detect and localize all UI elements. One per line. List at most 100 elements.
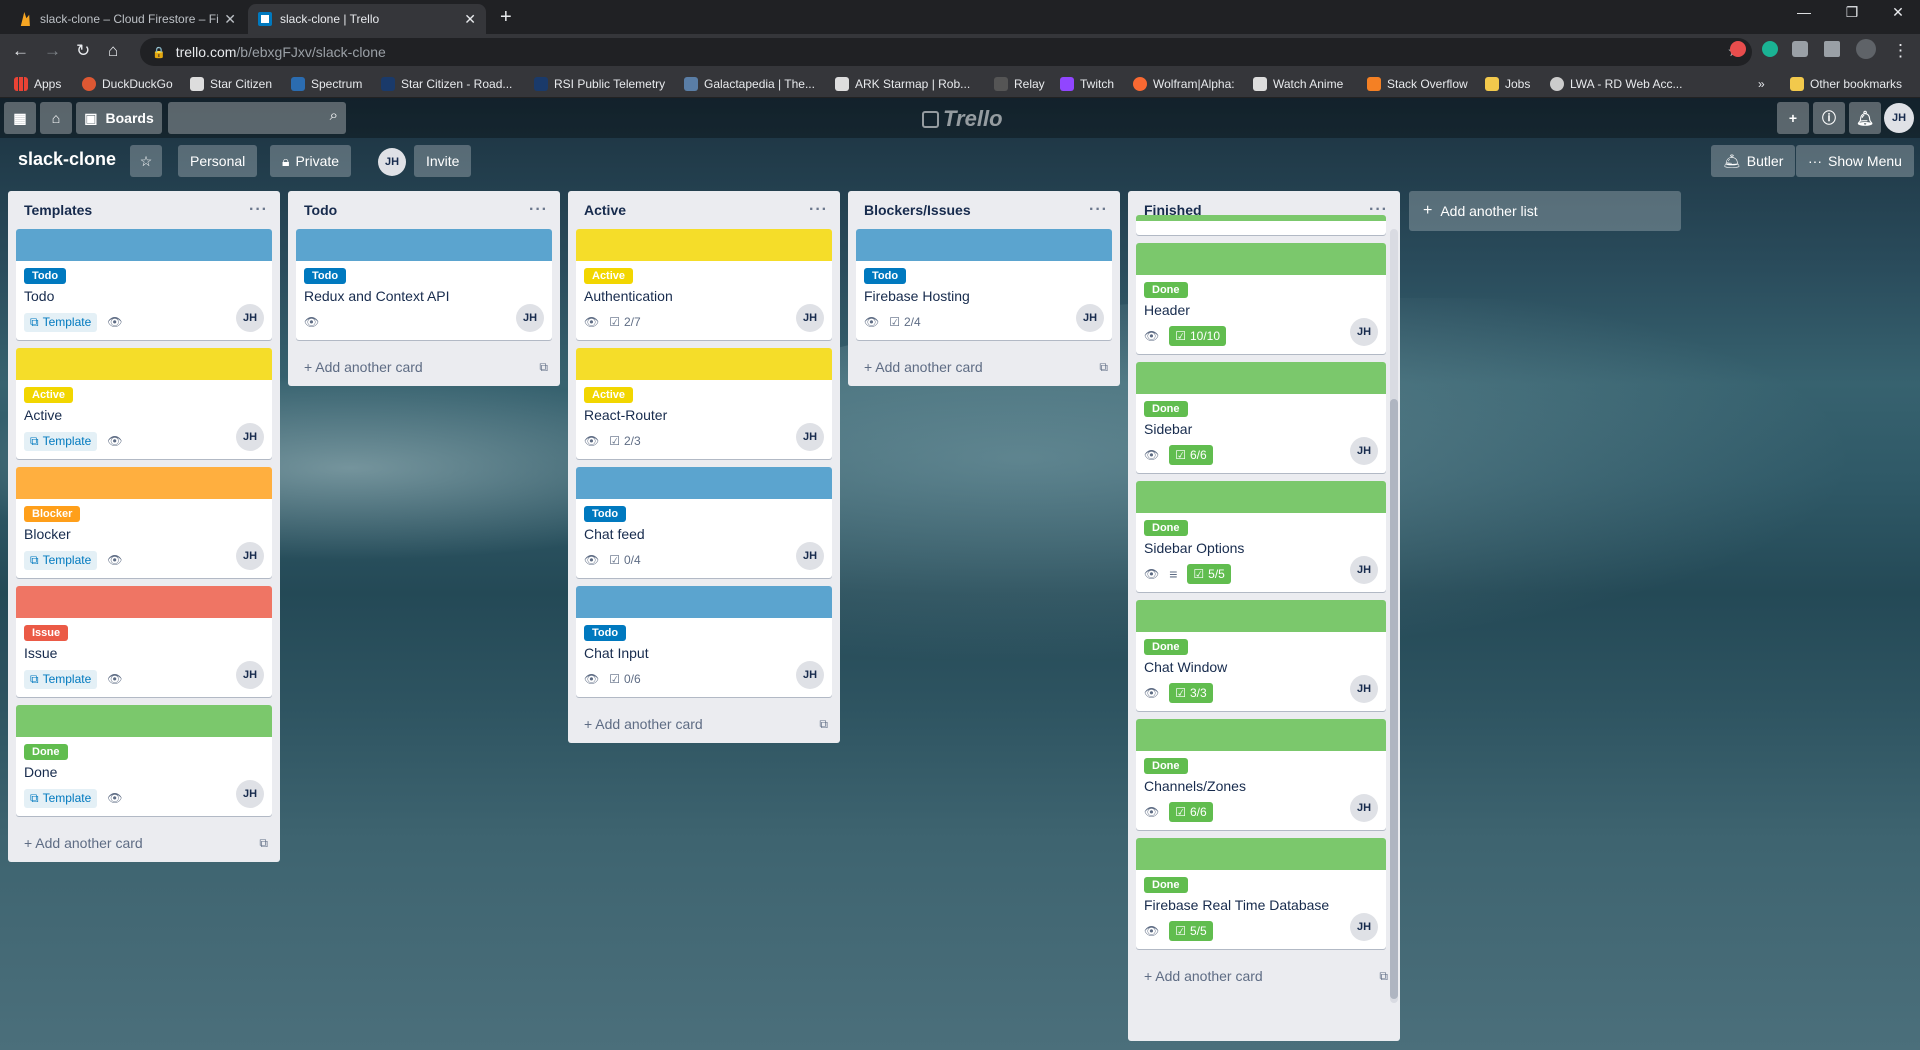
- card-label[interactable]: Done: [1144, 401, 1188, 417]
- reload-icon[interactable]: ↻: [76, 41, 90, 61]
- bookmark-item[interactable]: Relay: [994, 75, 1045, 93]
- list-header[interactable]: Blockers/Issues ···: [848, 191, 1120, 229]
- card-label[interactable]: Active: [584, 268, 634, 284]
- bookmark-apps[interactable]: Apps: [14, 75, 61, 93]
- card-label[interactable]: Done: [24, 744, 68, 760]
- card[interactable]: Todo Chat feed 👁︎ ☑ 0/4 JH: [576, 467, 832, 578]
- forward-icon[interactable]: →: [44, 41, 61, 61]
- card[interactable]: Blocker Blocker ⧉ Template 👁︎ JH: [16, 467, 272, 578]
- create-from-template-icon[interactable]: ⧉: [539, 360, 548, 375]
- star-board-icon[interactable]: ☆: [130, 145, 162, 177]
- create-from-template-icon[interactable]: ⧉: [1379, 969, 1388, 984]
- card-member-avatar[interactable]: JH: [1076, 304, 1104, 332]
- list-menu-icon[interactable]: ···: [1369, 201, 1388, 219]
- other-bookmarks[interactable]: Other bookmarks: [1790, 75, 1902, 93]
- minimize-icon[interactable]: —: [1784, 4, 1824, 20]
- card-member-avatar[interactable]: JH: [1350, 318, 1378, 346]
- card-member-avatar[interactable]: JH: [1350, 437, 1378, 465]
- card[interactable]: Done Channels/Zones 👁︎ ☑ 6/6 JH: [1136, 719, 1386, 830]
- card[interactable]: [1136, 215, 1386, 235]
- butler-button[interactable]: 🛎︎ Butler: [1711, 145, 1796, 177]
- create-from-template-icon[interactable]: ⧉: [259, 836, 268, 851]
- app-switcher-icon[interactable]: ▦: [4, 102, 36, 134]
- address-bar[interactable]: 🔒 trello.com/b/ebxgFJxv/slack-clone ☆: [140, 38, 1752, 66]
- new-tab-button[interactable]: +: [500, 6, 512, 29]
- workspace-button[interactable]: Personal: [178, 145, 258, 177]
- card[interactable]: Todo Chat Input 👁︎ ☑ 0/6 JH: [576, 586, 832, 697]
- boards-button[interactable]: ▣ Boards: [76, 102, 162, 134]
- card-member-avatar[interactable]: JH: [236, 780, 264, 808]
- list-menu-icon[interactable]: ···: [249, 201, 268, 219]
- browser-tab-active[interactable]: slack-clone | Trello ✕: [248, 4, 486, 34]
- card-label[interactable]: Done: [1144, 520, 1188, 536]
- create-button[interactable]: +: [1777, 102, 1809, 134]
- puzzle-icon[interactable]: [1792, 41, 1808, 57]
- chrome-menu-icon[interactable]: ⋮: [1892, 41, 1909, 61]
- reading-list-icon[interactable]: [1824, 41, 1840, 57]
- list-title[interactable]: Templates: [24, 202, 92, 218]
- card-member-avatar[interactable]: JH: [516, 304, 544, 332]
- card-member-avatar[interactable]: JH: [796, 542, 824, 570]
- member-avatar[interactable]: JH: [1884, 103, 1914, 133]
- card-member-avatar[interactable]: JH: [796, 661, 824, 689]
- list-header[interactable]: Templates ···: [8, 191, 280, 229]
- list-title[interactable]: Finished: [1144, 202, 1202, 218]
- card[interactable]: Done Firebase Real Time Database 👁︎ ☑ 5/5 JH: [1136, 838, 1386, 949]
- card[interactable]: Active Authentication 👁︎ ☑ 2/7 JH: [576, 229, 832, 340]
- card-member-avatar[interactable]: JH: [1350, 675, 1378, 703]
- card-label[interactable]: Todo: [584, 506, 627, 522]
- card[interactable]: Done Header 👁︎ ☑ 10/10 JH: [1136, 243, 1386, 354]
- card-label[interactable]: Todo: [864, 268, 907, 284]
- board-member-avatar[interactable]: JH: [378, 148, 406, 176]
- card[interactable]: Done Done ⧉ Template 👁︎ JH: [16, 705, 272, 816]
- list-menu-icon[interactable]: ···: [529, 201, 548, 219]
- card[interactable]: Todo Firebase Hosting 👁︎ ☑ 2/4 JH: [856, 229, 1112, 340]
- bookmark-item[interactable]: Star Citizen - Road...: [381, 75, 512, 93]
- browser-tab[interactable]: slack-clone – Cloud Firestore – Fi ✕: [8, 4, 246, 34]
- board-title[interactable]: slack-clone: [18, 149, 116, 170]
- card[interactable]: Todo Todo ⧉ Template 👁︎ JH: [16, 229, 272, 340]
- card-member-avatar[interactable]: JH: [1350, 794, 1378, 822]
- list-menu-icon[interactable]: ···: [1089, 201, 1108, 219]
- invite-button[interactable]: Invite: [414, 145, 472, 177]
- add-list-button[interactable]: + Add another list: [1409, 191, 1681, 231]
- home-button[interactable]: ⌂: [40, 102, 72, 134]
- card[interactable]: Issue Issue ⧉ Template 👁︎ JH: [16, 586, 272, 697]
- add-card-button[interactable]: + Add another card ⧉: [288, 348, 560, 386]
- add-card-button[interactable]: + Add another card ⧉: [1128, 957, 1400, 995]
- card-member-avatar[interactable]: JH: [1350, 556, 1378, 584]
- create-from-template-icon[interactable]: ⧉: [1099, 360, 1108, 375]
- bookmark-item[interactable]: Stack Overflow: [1367, 75, 1468, 93]
- card-label[interactable]: Todo: [584, 625, 627, 641]
- card-member-avatar[interactable]: JH: [236, 661, 264, 689]
- visibility-button[interactable]: 🔒︎ Private: [270, 145, 352, 177]
- bookmark-item[interactable]: Galactapedia | The...: [684, 75, 815, 93]
- card[interactable]: Active React-Router 👁︎ ☑ 2/3 JH: [576, 348, 832, 459]
- bookmark-item[interactable]: Spectrum: [291, 75, 362, 93]
- add-card-button[interactable]: + Add another card ⧉: [8, 824, 280, 862]
- card-label[interactable]: Done: [1144, 639, 1188, 655]
- card[interactable]: Done Sidebar 👁︎ ☑ 6/6 JH: [1136, 362, 1386, 473]
- close-tab-icon[interactable]: ✕: [224, 11, 236, 28]
- list-scrollbar-thumb[interactable]: [1390, 399, 1398, 999]
- card-member-avatar[interactable]: JH: [1350, 913, 1378, 941]
- create-from-template-icon[interactable]: ⧉: [819, 717, 828, 732]
- card[interactable]: Active Active ⧉ Template 👁︎ JH: [16, 348, 272, 459]
- card-member-avatar[interactable]: JH: [236, 304, 264, 332]
- home-icon[interactable]: ⌂: [108, 41, 118, 61]
- add-card-button[interactable]: + Add another card ⧉: [848, 348, 1120, 386]
- list-header[interactable]: Todo ···: [288, 191, 560, 229]
- card-member-avatar[interactable]: JH: [796, 423, 824, 451]
- back-icon[interactable]: ←: [12, 41, 29, 61]
- profile-avatar[interactable]: [1856, 39, 1876, 59]
- card-member-avatar[interactable]: JH: [236, 423, 264, 451]
- bookmark-item[interactable]: Jobs: [1485, 75, 1530, 93]
- card[interactable]: Done Chat Window 👁︎ ☑ 3/3 JH: [1136, 600, 1386, 711]
- notifications-icon[interactable]: 🔔︎: [1849, 102, 1881, 134]
- card-label[interactable]: Active: [584, 387, 634, 403]
- card-label[interactable]: Todo: [24, 268, 67, 284]
- bookmark-item[interactable]: LWA - RD Web Acc...: [1550, 75, 1682, 93]
- bookmark-item[interactable]: RSI Public Telemetry: [534, 75, 665, 93]
- show-menu-button[interactable]: ··· Show Menu: [1796, 145, 1914, 177]
- restore-icon[interactable]: ❐: [1832, 4, 1872, 21]
